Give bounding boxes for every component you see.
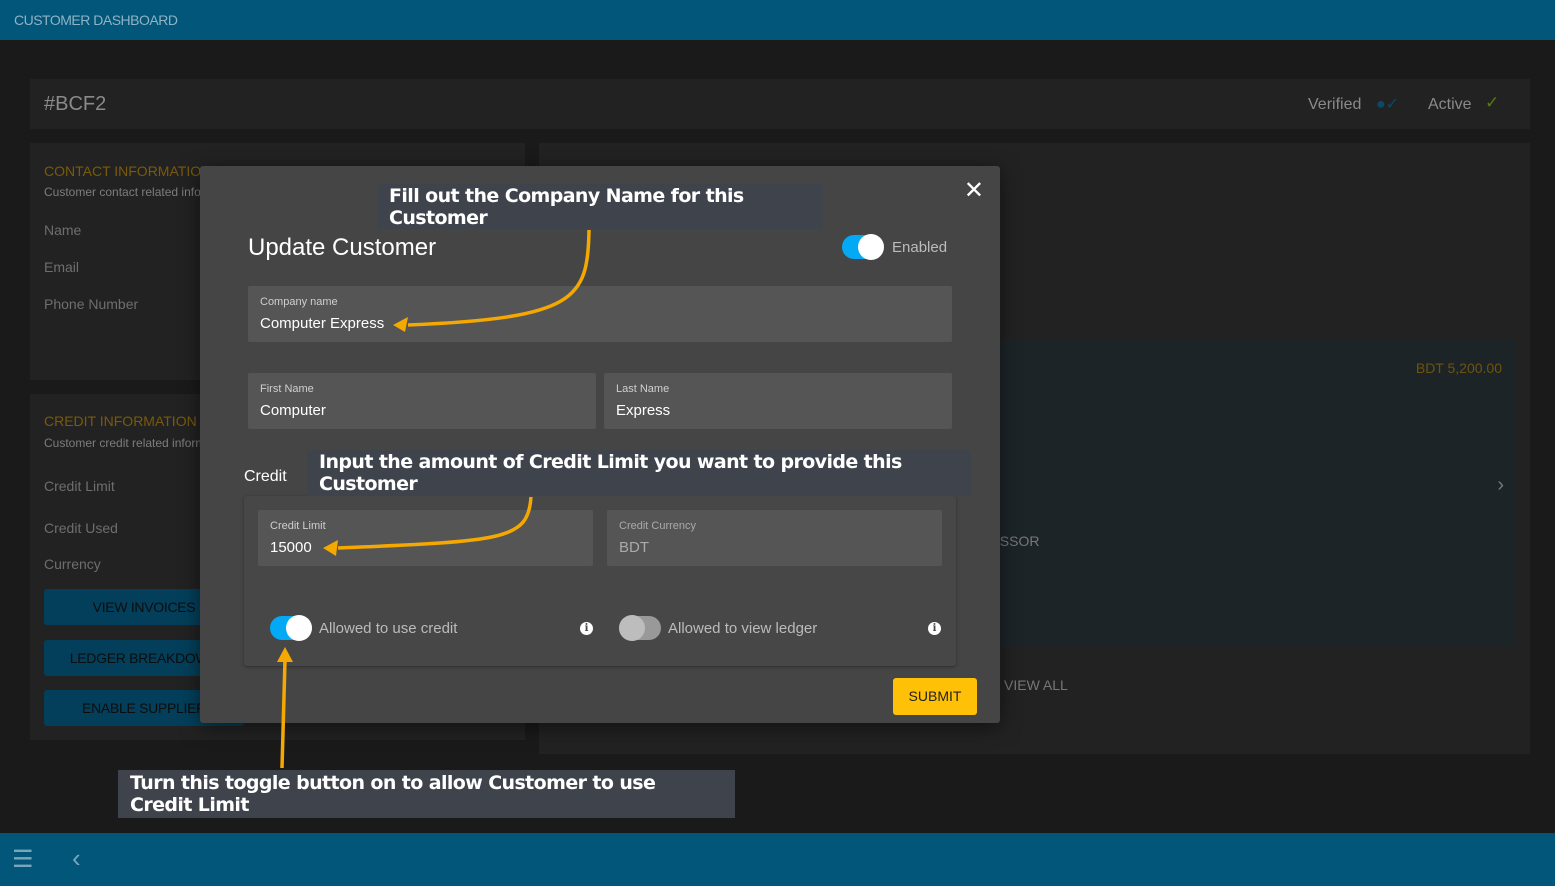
arrow-to-credit-limit xyxy=(337,496,533,550)
bottom-bar: ☰ ‹ xyxy=(0,833,1555,886)
annotation-arrows xyxy=(277,229,591,769)
arrowhead xyxy=(323,540,338,556)
arrow-to-toggle xyxy=(280,659,287,769)
arrowhead xyxy=(393,317,408,332)
menu-icon[interactable]: ☰ xyxy=(12,845,34,874)
arrow-to-company xyxy=(407,229,591,327)
arrowhead xyxy=(277,647,293,662)
back-chevron-icon[interactable]: ‹ xyxy=(72,843,81,874)
